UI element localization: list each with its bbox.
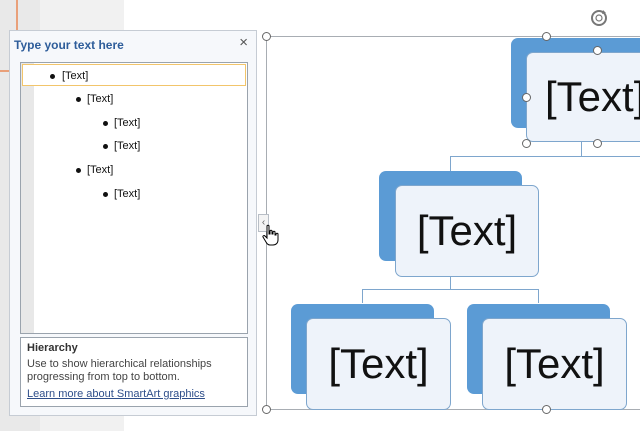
shape-resize-handle-top-center[interactable] — [593, 46, 602, 55]
shape-resize-handle-bottom-left[interactable] — [522, 139, 531, 148]
connector-to-bottom-right — [538, 289, 539, 303]
outline-item-text[interactable]: [Text] — [62, 65, 88, 87]
outline-item-level-1[interactable]: [Text] — [22, 64, 246, 86]
layout-info-panel: Hierarchy Use to show hierarchical relat… — [20, 337, 248, 407]
connector-to-bottom-left — [362, 289, 363, 303]
frame-resize-handle-top-left[interactable] — [262, 32, 271, 41]
outline-item-level-2[interactable]: [Text] — [21, 159, 245, 181]
text-pane-title: Type your text here — [14, 38, 124, 52]
outline-item-text[interactable]: [Text] — [114, 135, 140, 157]
bullet-icon — [103, 121, 108, 126]
bullet-icon — [103, 144, 108, 149]
bullet-icon — [103, 192, 108, 197]
connector-mid-horizontal — [362, 289, 539, 290]
outline-item-level-3[interactable]: [Text] — [21, 135, 245, 157]
frame-resize-handle-bottom-center[interactable] — [542, 405, 551, 414]
shape-resize-handle-bottom-center[interactable] — [593, 139, 602, 148]
connector-mid-down — [450, 276, 451, 290]
bottom-right-shape-text[interactable]: [Text] — [504, 340, 604, 388]
outline-item-level-3[interactable]: [Text] — [21, 112, 245, 134]
shape-resize-handle-top-left[interactable] — [542, 32, 551, 41]
outline-item-text[interactable]: [Text] — [87, 159, 113, 181]
mid-shape[interactable]: [Text] — [395, 185, 539, 277]
bullet-icon — [76, 97, 81, 102]
top-shape-text[interactable]: [Text] — [545, 73, 640, 121]
smartart-text-pane: Type your text here × [Text] [Text] [Tex… — [9, 30, 257, 416]
close-icon[interactable]: × — [239, 35, 248, 51]
outline-item-text[interactable]: [Text] — [114, 112, 140, 134]
outline-item-text[interactable]: [Text] — [87, 88, 113, 110]
mid-shape-text[interactable]: [Text] — [417, 207, 517, 255]
text-outline-list[interactable]: [Text] [Text] [Text] [Text] [Text] [Text… — [20, 62, 248, 334]
bottom-left-shape-text[interactable]: [Text] — [328, 340, 428, 388]
bullet-icon — [76, 168, 81, 173]
hand-cursor-icon — [262, 224, 279, 246]
bottom-left-shape[interactable]: [Text] — [306, 318, 451, 410]
layout-description: Use to show hierarchical relationships p… — [27, 358, 212, 383]
outline-item-level-3[interactable]: [Text] — [21, 183, 245, 205]
rotate-handle-icon[interactable] — [588, 7, 610, 29]
connector-top-horizontal — [450, 156, 640, 157]
outline-item-level-2[interactable]: [Text] — [21, 88, 245, 110]
top-shape[interactable]: [Text] — [526, 52, 640, 142]
layout-name: Hierarchy — [27, 342, 78, 354]
outline-item-text[interactable]: [Text] — [114, 183, 140, 205]
bullet-icon — [50, 74, 55, 79]
frame-resize-handle-bottom-left[interactable] — [262, 405, 271, 414]
learn-more-link[interactable]: Learn more about SmartArt graphics — [27, 388, 205, 400]
bottom-right-shape[interactable]: [Text] — [482, 318, 627, 410]
shape-resize-handle-left[interactable] — [522, 93, 531, 102]
